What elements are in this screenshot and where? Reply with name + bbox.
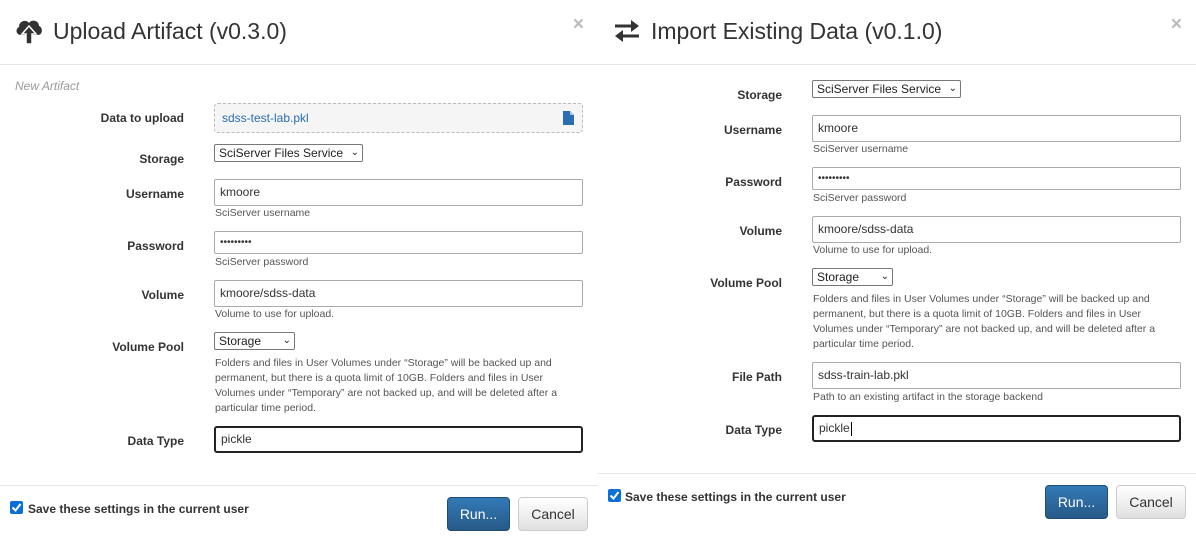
username-label: Username [723, 123, 782, 137]
volume-help: Volume to use for upload. [813, 244, 933, 256]
close-button[interactable]: × [573, 14, 584, 36]
chevron-down-icon: ⌄ [948, 83, 957, 94]
help-line: Volumes under “Temporary” are not backed… [215, 387, 558, 399]
volume-help: Volume to use for upload. [215, 308, 335, 320]
chevron-down-icon: ⌄ [282, 335, 291, 346]
file-name-link[interactable]: sdss-test-lab.pkl [222, 111, 309, 125]
volume-pool-help: Folders and files in User Volumes under … [215, 356, 585, 416]
save-settings-checkbox[interactable] [608, 489, 621, 502]
section-subtitle: New Artifact [15, 79, 80, 93]
storage-select[interactable]: SciServer Files Service ⌄ [812, 80, 961, 98]
password-input[interactable]: ••••••••• [214, 231, 583, 254]
save-settings-checkbox[interactable] [10, 501, 23, 514]
password-label: Password [127, 239, 184, 253]
close-button[interactable]: × [1171, 14, 1182, 36]
volume-pool-label: Volume Pool [112, 340, 184, 354]
storage-selected-value: SciServer Files Service [817, 82, 942, 96]
username-label: Username [125, 187, 184, 201]
volume-pool-select[interactable]: Storage ⌄ [812, 268, 893, 286]
dialog-title: Upload Artifact (v0.3.0) [53, 18, 287, 44]
import-existing-data-dialog: Import Existing Data (v0.1.0) × Storage … [598, 0, 1196, 540]
username-input[interactable]: kmoore [812, 115, 1181, 142]
cancel-button[interactable]: Cancel [1116, 485, 1186, 519]
dialog-footer: Save these settings in the current user … [0, 485, 598, 540]
dialog-footer: Save these settings in the current user … [598, 473, 1196, 540]
data-to-upload-label: Data to upload [100, 111, 184, 125]
data-type-value: pickle [819, 421, 850, 435]
chevron-down-icon: ⌄ [880, 271, 889, 282]
run-button[interactable]: Run... [1045, 485, 1108, 519]
volume-pool-selected-value: Storage [817, 270, 860, 284]
volume-pool-select[interactable]: Storage ⌄ [214, 332, 295, 350]
password-help: SciServer password [813, 192, 907, 204]
transfer-arrows-icon [615, 20, 639, 42]
storage-select[interactable]: SciServer Files Service ⌄ [214, 144, 363, 162]
volume-input[interactable]: kmoore/sdss-data [214, 280, 583, 307]
help-line: particular time period. [813, 338, 914, 350]
data-type-input[interactable]: pickle [214, 426, 583, 453]
file-icon [563, 111, 574, 125]
data-type-label: Data Type [127, 434, 184, 448]
help-line: Volumes under “Temporary” are not backed… [813, 323, 1156, 335]
password-label: Password [725, 175, 782, 189]
storage-label: Storage [139, 152, 184, 166]
help-line: permanent, but there is a quota limit of… [813, 308, 1141, 320]
volume-pool-selected-value: Storage [219, 334, 262, 348]
cancel-button[interactable]: Cancel [518, 497, 588, 531]
upload-artifact-dialog: Upload Artifact (v0.3.0) × New Artifact … [0, 0, 598, 540]
data-type-input[interactable]: pickle [812, 415, 1181, 442]
username-input[interactable]: kmoore [214, 179, 583, 206]
help-line: particular time period. [215, 402, 316, 414]
checkbox-checked-icon [609, 491, 620, 501]
dialog-header: Import Existing Data (v0.1.0) × [598, 0, 1196, 65]
cloud-upload-icon [16, 20, 42, 45]
password-input[interactable]: ••••••••• [812, 167, 1181, 190]
checkbox-checked-icon [11, 503, 22, 513]
file-path-input[interactable]: sdss-train-lab.pkl [812, 362, 1181, 389]
text-cursor [850, 421, 852, 436]
dialog-title: Import Existing Data (v0.1.0) [651, 18, 943, 44]
run-button[interactable]: Run... [447, 497, 510, 531]
help-line: Folders and files in User Volumes under … [215, 357, 552, 369]
help-line: Folders and files in User Volumes under … [813, 293, 1150, 305]
file-path-help: Path to an existing artifact in the stor… [813, 391, 1043, 403]
chevron-down-icon: ⌄ [350, 147, 359, 158]
save-settings-label: Save these settings in the current user [28, 502, 249, 516]
password-help: SciServer password [215, 256, 309, 268]
storage-label: Storage [737, 88, 782, 102]
save-settings-label: Save these settings in the current user [625, 490, 846, 504]
volume-label: Volume [141, 288, 184, 302]
file-upload-field[interactable]: sdss-test-lab.pkl [214, 103, 583, 133]
help-line: permanent, but there is a quota limit of… [215, 372, 543, 384]
volume-label: Volume [739, 224, 782, 238]
volume-pool-help: Folders and files in User Volumes under … [813, 292, 1183, 352]
file-path-label: File Path [731, 370, 782, 384]
username-help: SciServer username [215, 207, 311, 219]
volume-input[interactable]: kmoore/sdss-data [812, 216, 1181, 243]
storage-selected-value: SciServer Files Service [219, 146, 344, 160]
data-type-label: Data Type [725, 423, 782, 437]
dialog-header: Upload Artifact (v0.3.0) × [0, 0, 598, 65]
volume-pool-label: Volume Pool [710, 276, 782, 290]
username-help: SciServer username [813, 143, 909, 155]
